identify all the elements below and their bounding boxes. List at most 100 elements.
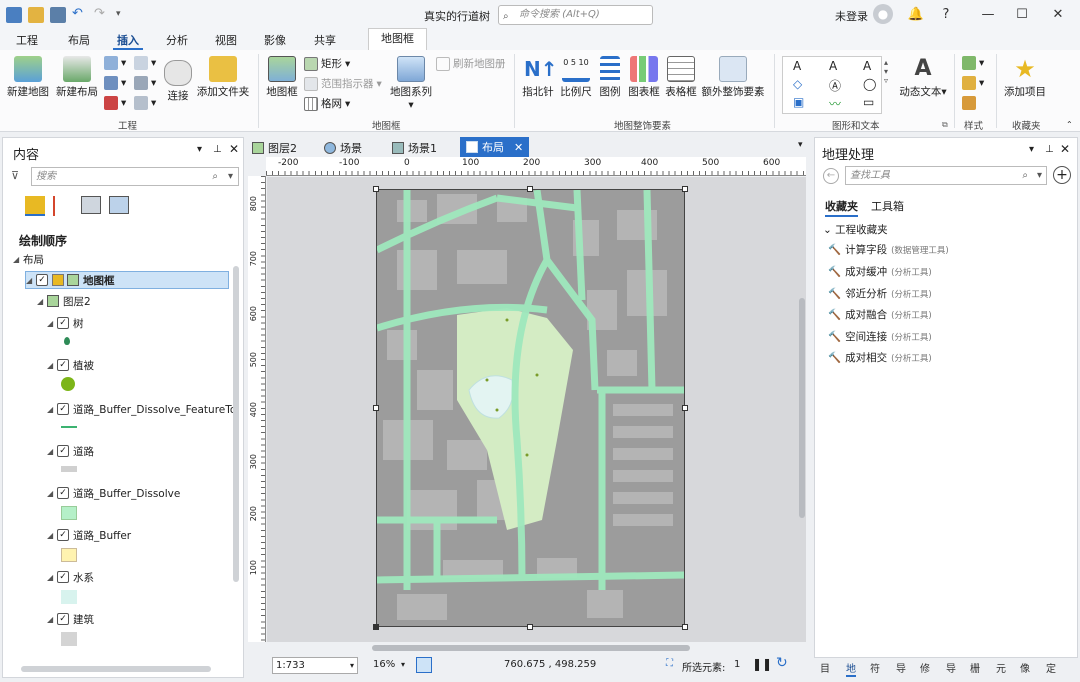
tab-scene[interactable]: 场景 [324, 140, 362, 156]
graphics-gallery[interactable]: A A A ◇ Ⓐ ◯ ▣ 〰 ▭ [782, 56, 882, 114]
tab-imagery[interactable]: 影像 [260, 32, 290, 48]
add-item-button[interactable]: ★ 添加项目 [1002, 56, 1048, 99]
tool-near[interactable]: 🔨 邻近分析 (分析工具) [828, 286, 932, 301]
tool-spatial-join[interactable]: 🔨 空间连接 (分析工具) [828, 329, 932, 344]
filter-icon[interactable]: ⊽ [11, 169, 19, 182]
tab-layout[interactable]: 布局 [64, 32, 94, 48]
polygon-text-icon[interactable]: ◇ [793, 77, 802, 91]
resize-handle[interactable] [373, 405, 379, 411]
collapse-icon[interactable]: ◢ [47, 405, 57, 414]
redo-icon[interactable]: ↷ [94, 7, 110, 23]
tab-toolboxes[interactable]: 工具箱 [871, 198, 904, 214]
pane-tab-catalog[interactable]: 目 [820, 660, 830, 675]
gallery-scroll-icon[interactable]: ▴ ▾ ▿ [884, 58, 888, 85]
rectangle-button[interactable]: 矩形 ▾ [304, 56, 350, 71]
toolbox-icon[interactable]: ▾ [104, 96, 126, 110]
back-arrow-icon[interactable]: ← [823, 168, 839, 184]
visibility-checkbox[interactable]: ✓ [57, 571, 69, 583]
tree-row-water[interactable]: ◢ ✓ 水系 [47, 568, 94, 586]
text-icon[interactable]: A [793, 59, 801, 73]
circle-text-icon[interactable]: Ⓐ [829, 77, 841, 94]
resize-handle[interactable] [527, 186, 533, 192]
tab-scene1[interactable]: 场景1 [392, 140, 437, 156]
connect-button[interactable]: 连接 [160, 60, 196, 103]
resize-handle[interactable] [527, 624, 533, 630]
report-icon[interactable]: ▾ [134, 96, 156, 110]
collapse-icon[interactable]: ◢ [13, 255, 23, 264]
extra-surrounds-button[interactable]: 额外整饰要素 [700, 56, 766, 99]
tab-map-frame[interactable]: 地图框 [368, 28, 427, 50]
tab-share[interactable]: 共享 [310, 32, 340, 48]
new-project-icon[interactable] [6, 7, 22, 23]
collapse-icon[interactable]: ◢ [47, 447, 57, 456]
list-by-source-icon[interactable] [53, 196, 71, 216]
chart-frame-button[interactable]: 图表框 [626, 56, 662, 99]
pane-tab-export[interactable]: 导 [896, 660, 906, 675]
undo-icon[interactable]: ↶ [72, 7, 88, 23]
pane-options-icon[interactable]: ▾ [197, 144, 202, 155]
import-icon[interactable]: ▾ [104, 56, 126, 70]
tree-row-trees[interactable]: ◢ ✓ 树 [47, 314, 84, 332]
map-vertical-scrollbar[interactable] [799, 298, 805, 518]
collapse-icon[interactable]: ◢ [47, 531, 57, 540]
chevron-down-icon[interactable]: ▾ [1037, 167, 1042, 184]
legend-button[interactable]: 图例 [596, 56, 624, 99]
visibility-checkbox[interactable]: ✓ [57, 487, 69, 499]
add-folder-button[interactable]: 添加文件夹 [196, 56, 250, 99]
table-frame-button[interactable]: 表格框 [664, 56, 698, 99]
tab-analysis[interactable]: 分析 [162, 32, 192, 48]
pane-tab-symbology[interactable]: 符 [870, 660, 880, 675]
pane-tab-image[interactable]: 像 [1020, 660, 1030, 675]
list-by-selection-icon[interactable] [81, 196, 101, 214]
user-status[interactable]: 未登录 [835, 8, 868, 24]
vertical-scrollbar[interactable] [233, 266, 239, 582]
notification-icon[interactable]: 🔔 [904, 4, 928, 26]
tool-calculate-field[interactable]: 🔨 计算字段 (数据管理工具) [828, 242, 949, 257]
avatar[interactable]: ● [873, 4, 893, 24]
help-icon[interactable]: ? [934, 4, 958, 26]
snap-grid-icon[interactable] [416, 657, 432, 673]
maximize-button[interactable]: ☐ [1010, 4, 1034, 26]
callout-text-icon[interactable]: A [829, 59, 837, 73]
close-pane-icon[interactable]: ✕ [229, 142, 239, 156]
collapse-icon[interactable]: ◢ [37, 297, 47, 306]
close-button[interactable]: ✕ [1046, 4, 1070, 26]
visibility-checkbox[interactable]: ✓ [36, 274, 48, 286]
polygon-icon[interactable]: ▭ [863, 95, 874, 109]
refresh-map-series-button[interactable]: 刷新地图册 [436, 56, 506, 71]
command-search-input[interactable]: ⌕ 命令搜索 (Alt+Q) [498, 5, 653, 25]
project-favorites-group[interactable]: ⌄ 工程收藏夹 [823, 222, 888, 237]
new-map-button[interactable]: 新建地图 [6, 56, 50, 99]
map-horizontal-scrollbar[interactable] [372, 645, 690, 651]
minimize-button[interactable]: — [976, 4, 1000, 26]
add-icon[interactable]: + [1053, 166, 1071, 184]
tree-row-road-buffer[interactable]: ◢ ✓ 道路_Buffer [47, 526, 131, 544]
resize-handle[interactable] [682, 624, 688, 630]
list-by-editing-icon[interactable] [109, 196, 129, 214]
grid-button[interactable]: 格网 ▾ [304, 96, 350, 111]
task-icon[interactable]: ▾ [134, 56, 156, 70]
tree-row-vegetation[interactable]: ◢ ✓ 植被 [47, 356, 94, 374]
pane-tab-geoprocessing[interactable]: 地 [846, 660, 856, 677]
notebook-icon[interactable]: ▾ [134, 76, 156, 90]
resize-handle[interactable] [682, 405, 688, 411]
scale-selector[interactable]: 1:733 ▾ [272, 657, 358, 674]
list-by-drawing-order-icon[interactable] [25, 196, 45, 216]
add-style-button[interactable]: ▾ [962, 56, 984, 70]
visibility-checkbox[interactable]: ✓ [57, 445, 69, 457]
contents-search-input[interactable]: 搜索 ⌕ ▾ [31, 167, 239, 186]
collapse-icon[interactable]: ◢ [47, 319, 57, 328]
resize-handle[interactable] [682, 186, 688, 192]
dynamic-text-button[interactable]: A 动态文本▾ [898, 56, 948, 99]
find-tools-input[interactable]: 查找工具 ⌕ ▾ [845, 166, 1047, 185]
pause-drawing-icon[interactable]: ❚❚ [752, 657, 772, 671]
visibility-checkbox[interactable]: ✓ [57, 613, 69, 625]
visibility-checkbox[interactable]: ✓ [57, 403, 69, 415]
pin-icon[interactable]: ⊥ [213, 144, 222, 155]
close-tab-icon[interactable]: ✕ [514, 141, 523, 154]
pin-icon[interactable]: ⊥ [1045, 144, 1054, 155]
tool-pairwise-dissolve[interactable]: 🔨 成对融合 (分析工具) [828, 307, 932, 322]
north-arrow-button[interactable]: N↑ 指北针 [520, 56, 557, 99]
tree-row-road-buffer-feature[interactable]: ◢ ✓ 道路_Buffer_Dissolve_FeatureTo [47, 400, 236, 418]
scale-bar-button[interactable]: 0 5 10 比例尺 [558, 56, 594, 99]
